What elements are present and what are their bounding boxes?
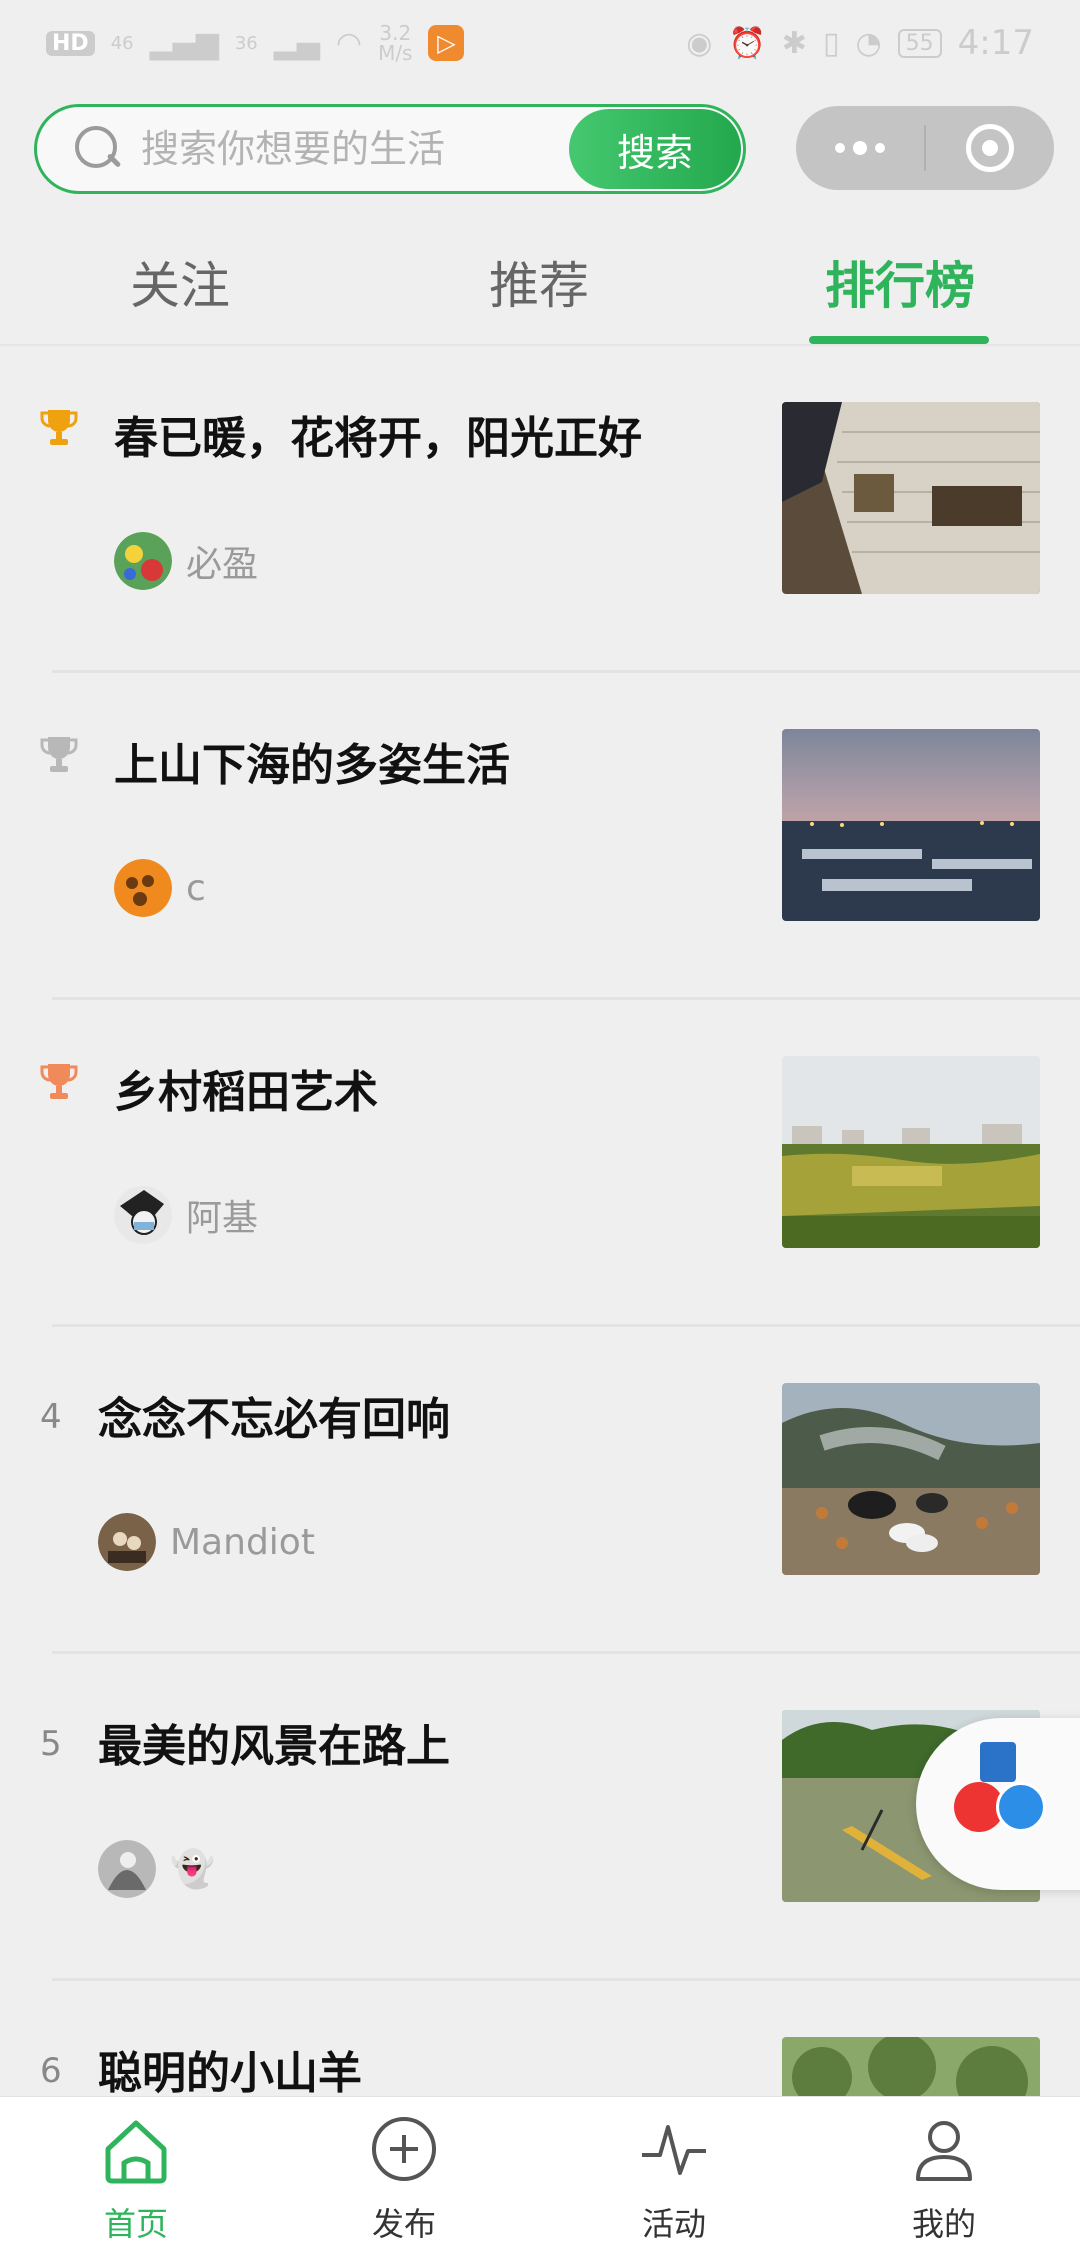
list-item[interactable]: 4 念念不忘必有回响 Mandiot	[0, 1327, 1080, 1654]
nav-label: 发布	[371, 2205, 436, 2243]
post-title[interactable]: 聪明的小山羊	[98, 2037, 362, 2096]
floating-app-widget[interactable]	[916, 1718, 1080, 1890]
author[interactable]: 阿基	[114, 1186, 258, 1244]
avatar	[98, 1513, 156, 1571]
home-icon	[105, 2120, 167, 2184]
more-dot-icon	[835, 143, 845, 153]
more-dot-icon	[875, 143, 885, 153]
avatar	[114, 859, 172, 917]
nav-label: 活动	[641, 2205, 706, 2243]
avatar	[114, 1186, 172, 1244]
nav-label: 首页	[103, 2205, 168, 2243]
post-title[interactable]: 念念不忘必有回响	[98, 1383, 450, 1447]
gold-trophy-icon	[40, 410, 78, 445]
nav-activity[interactable]: 活动	[594, 2111, 754, 2244]
search-icon	[73, 124, 123, 174]
vibrate-icon: ▯	[822, 25, 840, 61]
pulse-icon	[642, 2125, 706, 2175]
signal-bars-icon-2: ▂▄	[273, 25, 320, 61]
close-target-icon	[966, 124, 1014, 172]
user-icon	[916, 2121, 972, 2181]
battery-indicator: 55	[897, 28, 942, 58]
post-title[interactable]: 乡村稻田艺术	[114, 1056, 378, 1120]
list-item[interactable]: 乡村稻田艺术 阿基	[0, 1000, 1080, 1327]
author-name: 阿基	[186, 1198, 259, 1239]
hd-badge: HD	[46, 30, 95, 56]
author[interactable]: 👻	[98, 1840, 215, 1898]
search-bar: 搜索	[34, 104, 746, 194]
post-thumbnail[interactable]	[782, 1056, 1040, 1248]
signal-36-icon: 36	[234, 32, 258, 54]
post-title[interactable]: 上山下海的多姿生活	[114, 729, 510, 793]
post-thumbnail[interactable]	[782, 729, 1040, 921]
tab-follow[interactable]: 关注	[70, 246, 290, 318]
speedometer-icon: ◔	[855, 25, 882, 61]
search-input[interactable]	[141, 127, 561, 171]
nav-me[interactable]: 我的	[864, 2111, 1024, 2244]
nav-label: 我的	[911, 2205, 976, 2243]
status-right: ◉ ⏰ ✱ ▯ ◔ 55 4:17	[686, 23, 1034, 63]
author-name: 必盈	[186, 544, 259, 585]
avatar	[98, 1840, 156, 1898]
alarm-icon: ⏰	[728, 25, 766, 61]
document-icon	[980, 1742, 1016, 1782]
author[interactable]: c	[114, 859, 206, 917]
post-title[interactable]: 春已暖，花将开，阳光正好	[114, 402, 642, 466]
avatar	[114, 532, 172, 590]
more-dot-icon	[853, 141, 867, 155]
signal-46-icon: 46	[110, 32, 134, 54]
app-shortcut-icon	[996, 1782, 1046, 1832]
tab-ranking[interactable]: 排行榜	[790, 246, 1010, 318]
network-speed: 3.2 M/s	[378, 21, 413, 65]
plus-circle-icon	[372, 2117, 436, 2181]
list-item[interactable]: 春已暖，花将开，阳光正好 必盈	[0, 346, 1080, 673]
status-left: HD 46 ▂▄▆ 36 ▂▄ ◠ 3.2 M/s ▷	[46, 21, 465, 65]
post-thumbnail[interactable]	[782, 402, 1040, 594]
miniprogram-capsule	[796, 106, 1054, 190]
active-tab-indicator	[809, 336, 989, 344]
wifi-icon: ◠	[335, 25, 363, 61]
rank-number: 5	[40, 1724, 62, 1764]
search-button[interactable]: 搜索	[569, 109, 741, 189]
bottom-navigation: 首页 发布 活动 我的	[0, 2096, 1080, 2244]
silver-trophy-icon	[40, 737, 78, 772]
post-thumbnail[interactable]	[782, 2037, 1040, 2096]
nav-publish[interactable]: 发布	[324, 2111, 484, 2244]
rank-number: 4	[40, 1397, 62, 1437]
signal-bars-icon: ▂▄▆	[149, 25, 219, 61]
ranking-list: 春已暖，花将开，阳光正好 必盈 上山下海的多姿生活 c 乡村稻田艺术 阿基 4 …	[0, 346, 1080, 2096]
bluetooth-icon: ✱	[781, 25, 807, 61]
more-options-button[interactable]	[796, 106, 924, 190]
list-item[interactable]: 6 聪明的小山羊	[0, 1981, 1080, 2096]
clock: 4:17	[957, 23, 1034, 63]
app-notification-icon: ▷	[428, 25, 465, 61]
post-title[interactable]: 最美的风景在路上	[98, 1710, 450, 1774]
author[interactable]: 必盈	[114, 532, 258, 590]
rank-number: 6	[40, 2051, 62, 2091]
close-miniprogram-button[interactable]	[926, 106, 1054, 190]
list-item[interactable]: 上山下海的多姿生活 c	[0, 673, 1080, 1000]
author-name: c	[186, 867, 206, 909]
author-name: 👻	[170, 1849, 215, 1890]
eye-icon: ◉	[686, 25, 713, 61]
nav-home[interactable]: 首页	[56, 2111, 216, 2244]
author[interactable]: Mandiot	[98, 1513, 315, 1571]
tab-recommend[interactable]: 推荐	[429, 246, 649, 318]
author-name: Mandiot	[170, 1521, 315, 1563]
post-thumbnail[interactable]	[782, 1383, 1040, 1575]
tab-bar: 关注 推荐 排行榜	[0, 232, 1080, 344]
status-bar: HD 46 ▂▄▆ 36 ▂▄ ◠ 3.2 M/s ▷ ◉ ⏰ ✱ ▯ ◔ 55…	[0, 0, 1080, 86]
bronze-trophy-icon	[40, 1064, 78, 1099]
